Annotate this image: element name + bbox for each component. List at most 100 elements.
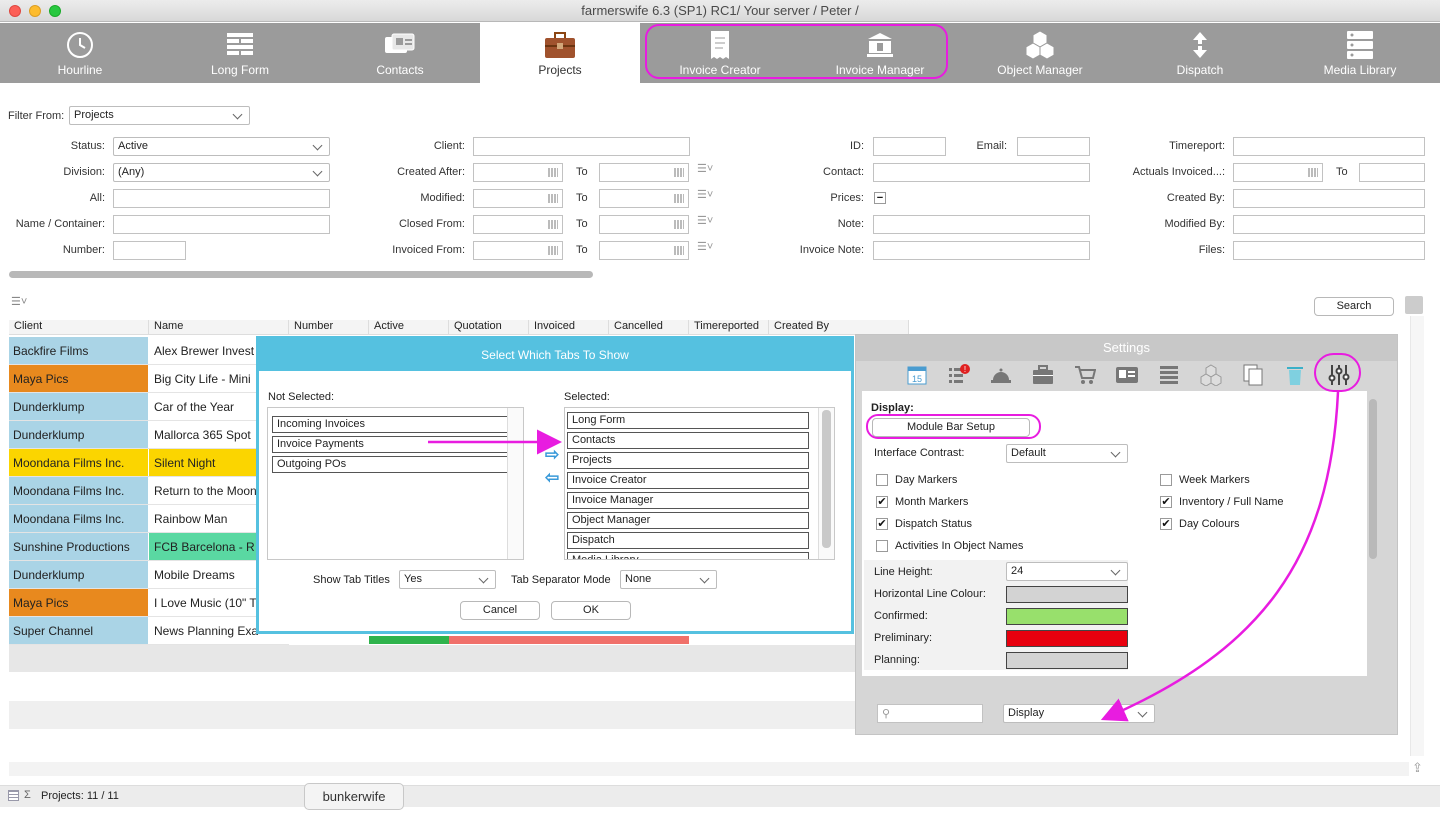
table-row[interactable]: Dunderklump Car of the Year — [9, 393, 289, 421]
id-card-icon[interactable] — [1114, 362, 1140, 388]
calendar-icon[interactable] — [548, 194, 558, 203]
bell-icon[interactable] — [988, 362, 1014, 388]
list-options-icon[interactable]: ☰˅ — [697, 214, 713, 227]
created-to-date[interactable] — [599, 163, 689, 182]
settings-search-input[interactable]: ⚲ — [877, 704, 983, 723]
interface-contrast-select[interactable]: Default — [1006, 444, 1128, 463]
table-row[interactable]: Maya Pics Big City Life - Mini — [9, 365, 289, 393]
planning-colour-swatch[interactable] — [1006, 652, 1128, 669]
column-header-invoiced[interactable]: Invoiced — [529, 320, 609, 335]
list-view-icon[interactable] — [8, 790, 19, 801]
tab-projects[interactable]: Projects — [480, 23, 640, 83]
table-row[interactable]: Moondana Films Inc. Return to the Moon — [9, 477, 289, 505]
timereport-input[interactable] — [1233, 137, 1425, 156]
column-header-created-by[interactable]: Created By — [769, 320, 909, 335]
column-header-client[interactable]: Client — [9, 320, 149, 335]
copy-icon[interactable] — [1240, 362, 1266, 388]
cart-icon[interactable] — [1072, 362, 1098, 388]
search-button[interactable]: Search — [1314, 297, 1394, 316]
activities-in-object-names-checkbox[interactable] — [876, 540, 888, 552]
horizontal-scrollbar[interactable] — [9, 271, 593, 278]
name-container-input[interactable] — [113, 215, 330, 234]
status-select[interactable]: Active — [113, 137, 330, 156]
list-item[interactable]: Incoming Invoices — [272, 416, 517, 433]
list-options-icon[interactable]: ☰˅ — [11, 295, 27, 308]
calendar-icon[interactable] — [548, 168, 558, 177]
modified-by-input[interactable] — [1233, 215, 1425, 234]
calendar-icon[interactable] — [674, 220, 684, 229]
list-item[interactable]: Media Library — [567, 552, 809, 559]
calendar-icon[interactable] — [548, 246, 558, 255]
table-row[interactable]: Sunshine Productions FCB Barcelona - R — [9, 533, 289, 561]
division-select[interactable]: (Any) — [113, 163, 330, 182]
table-row[interactable]: Moondana Films Inc. Silent Night — [9, 449, 289, 477]
line-height-select[interactable]: 24 — [1006, 562, 1128, 581]
month-markers-checkbox[interactable]: ✔ — [876, 496, 888, 508]
invoiced-to-date[interactable] — [599, 241, 689, 260]
sigma-icon[interactable]: Σ — [24, 789, 31, 801]
inventory-full-name-checkbox[interactable]: ✔ — [1160, 496, 1172, 508]
list-item[interactable]: Object Manager — [567, 512, 809, 529]
calendar-icon[interactable] — [548, 220, 558, 229]
not-selected-list[interactable]: Incoming Invoices Invoice Payments Outgoin… — [267, 407, 524, 560]
column-header-quotation[interactable]: Quotation — [449, 320, 529, 335]
tab-hourline[interactable]: Hourline — [0, 23, 160, 83]
trash-icon[interactable] — [1282, 362, 1308, 388]
modified-to-date[interactable] — [599, 189, 689, 208]
note-input[interactable] — [873, 215, 1090, 234]
column-header-number[interactable]: Number — [289, 320, 369, 335]
list-options-icon[interactable]: ☰˅ — [697, 240, 713, 253]
column-header-timereported[interactable]: Timereported — [689, 320, 769, 335]
list-options-icon[interactable]: ☰˅ — [697, 162, 713, 175]
calendar-icon[interactable] — [674, 194, 684, 203]
week-markers-checkbox[interactable] — [1160, 474, 1172, 486]
list-options-icon[interactable]: ☰˅ — [697, 188, 713, 201]
prices-checkbox[interactable]: − — [874, 192, 886, 204]
settings-scrollbar[interactable] — [1369, 399, 1377, 559]
calendar-icon[interactable] — [674, 168, 684, 177]
list-item[interactable]: Invoice Manager — [567, 492, 809, 509]
closed-to-date[interactable] — [599, 215, 689, 234]
table-row[interactable]: Maya Pics I Love Music (10" T — [9, 589, 289, 617]
filter-from-select[interactable]: Projects — [69, 106, 250, 125]
list-icon[interactable] — [1156, 362, 1182, 388]
calendar-icon[interactable] — [674, 246, 684, 255]
horizontal-line-colour-swatch[interactable] — [1006, 586, 1128, 603]
invoiced-from-date[interactable] — [473, 241, 563, 260]
list-item[interactable]: Invoice Payments — [272, 436, 517, 453]
list-scrollbar[interactable] — [818, 408, 834, 559]
day-markers-checkbox[interactable] — [876, 474, 888, 486]
cancel-button[interactable]: Cancel — [460, 601, 540, 620]
closed-from-date[interactable] — [473, 215, 563, 234]
columns-options-icon[interactable] — [1405, 296, 1423, 314]
calendar-icon[interactable]: 15 — [904, 362, 930, 388]
settings-section-select[interactable]: Display — [1003, 704, 1155, 723]
number-input[interactable] — [113, 241, 186, 260]
all-input[interactable] — [113, 189, 330, 208]
column-header-cancelled[interactable]: Cancelled — [609, 320, 689, 335]
modified-from-date[interactable] — [473, 189, 563, 208]
actuals-from-date[interactable] — [1233, 163, 1323, 182]
dispatch-status-checkbox[interactable]: ✔ — [876, 518, 888, 530]
list-item[interactable]: Long Form — [567, 412, 809, 429]
column-header-active[interactable]: Active — [369, 320, 449, 335]
tab-separator-mode-select[interactable]: None — [620, 570, 717, 589]
list-item[interactable]: Contacts — [567, 432, 809, 449]
zoom-window-button[interactable] — [49, 5, 61, 17]
alert-list-icon[interactable]: ! — [946, 362, 972, 388]
files-input[interactable] — [1233, 241, 1425, 260]
calendar-icon[interactable] — [1308, 168, 1318, 177]
tab-long-form[interactable]: Long Form — [160, 23, 320, 83]
vertical-scrollbar[interactable] — [1410, 316, 1424, 756]
email-input[interactable] — [1017, 137, 1090, 156]
table-row[interactable]: Backfire Films Alex Brewer Invest — [9, 337, 289, 365]
minimize-window-button[interactable] — [29, 5, 41, 17]
client-input[interactable] — [473, 137, 690, 156]
day-colours-checkbox[interactable]: ✔ — [1160, 518, 1172, 530]
preliminary-colour-swatch[interactable] — [1006, 630, 1128, 647]
tab-media-library[interactable]: Media Library — [1280, 23, 1440, 83]
tab-dispatch[interactable]: Dispatch — [1120, 23, 1280, 83]
move-left-arrow-icon[interactable]: ⇦ — [545, 468, 559, 488]
move-right-arrow-icon[interactable]: ⇨ — [545, 445, 559, 465]
column-header-name[interactable]: Name — [149, 320, 289, 335]
